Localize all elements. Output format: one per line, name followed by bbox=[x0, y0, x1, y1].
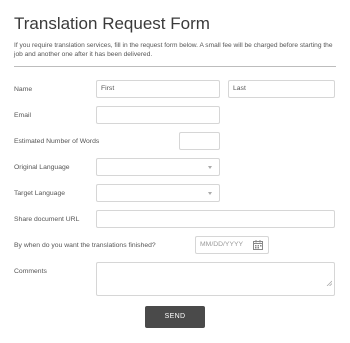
share-url-label: Share document URL bbox=[14, 216, 80, 223]
deadline-label: By when do you want the translations fin… bbox=[14, 242, 156, 249]
word-count-label: Estimated Number of Words bbox=[14, 138, 100, 145]
email-label: Email bbox=[14, 112, 31, 119]
form-description: If you require translation services, fil… bbox=[14, 42, 333, 58]
comments-textarea[interactable] bbox=[96, 262, 335, 296]
first-name-value: First bbox=[101, 85, 115, 92]
chevron-down-icon bbox=[208, 166, 212, 169]
word-count-input[interactable] bbox=[179, 132, 220, 150]
send-button[interactable]: SEND bbox=[145, 306, 205, 328]
title-divider bbox=[14, 66, 336, 67]
last-name-value: Last bbox=[233, 85, 246, 92]
chevron-down-icon bbox=[208, 192, 212, 195]
first-name-input[interactable]: First bbox=[96, 80, 220, 98]
share-url-input[interactable] bbox=[96, 210, 335, 228]
resize-grip-icon[interactable] bbox=[326, 277, 333, 293]
target-language-select[interactable] bbox=[96, 184, 220, 202]
name-label: Name bbox=[14, 86, 33, 93]
deadline-date-input[interactable]: MM/DD/YYYY bbox=[195, 236, 269, 254]
email-field[interactable] bbox=[96, 106, 220, 124]
target-language-label: Target Language bbox=[14, 190, 66, 197]
calendar-icon[interactable] bbox=[253, 240, 263, 253]
original-language-label: Original Language bbox=[14, 164, 70, 171]
form-title: Translation Request Form bbox=[14, 14, 210, 33]
last-name-input[interactable]: Last bbox=[228, 80, 335, 98]
deadline-placeholder: MM/DD/YYYY bbox=[200, 241, 244, 248]
comments-label: Comments bbox=[14, 268, 47, 275]
original-language-select[interactable] bbox=[96, 158, 220, 176]
